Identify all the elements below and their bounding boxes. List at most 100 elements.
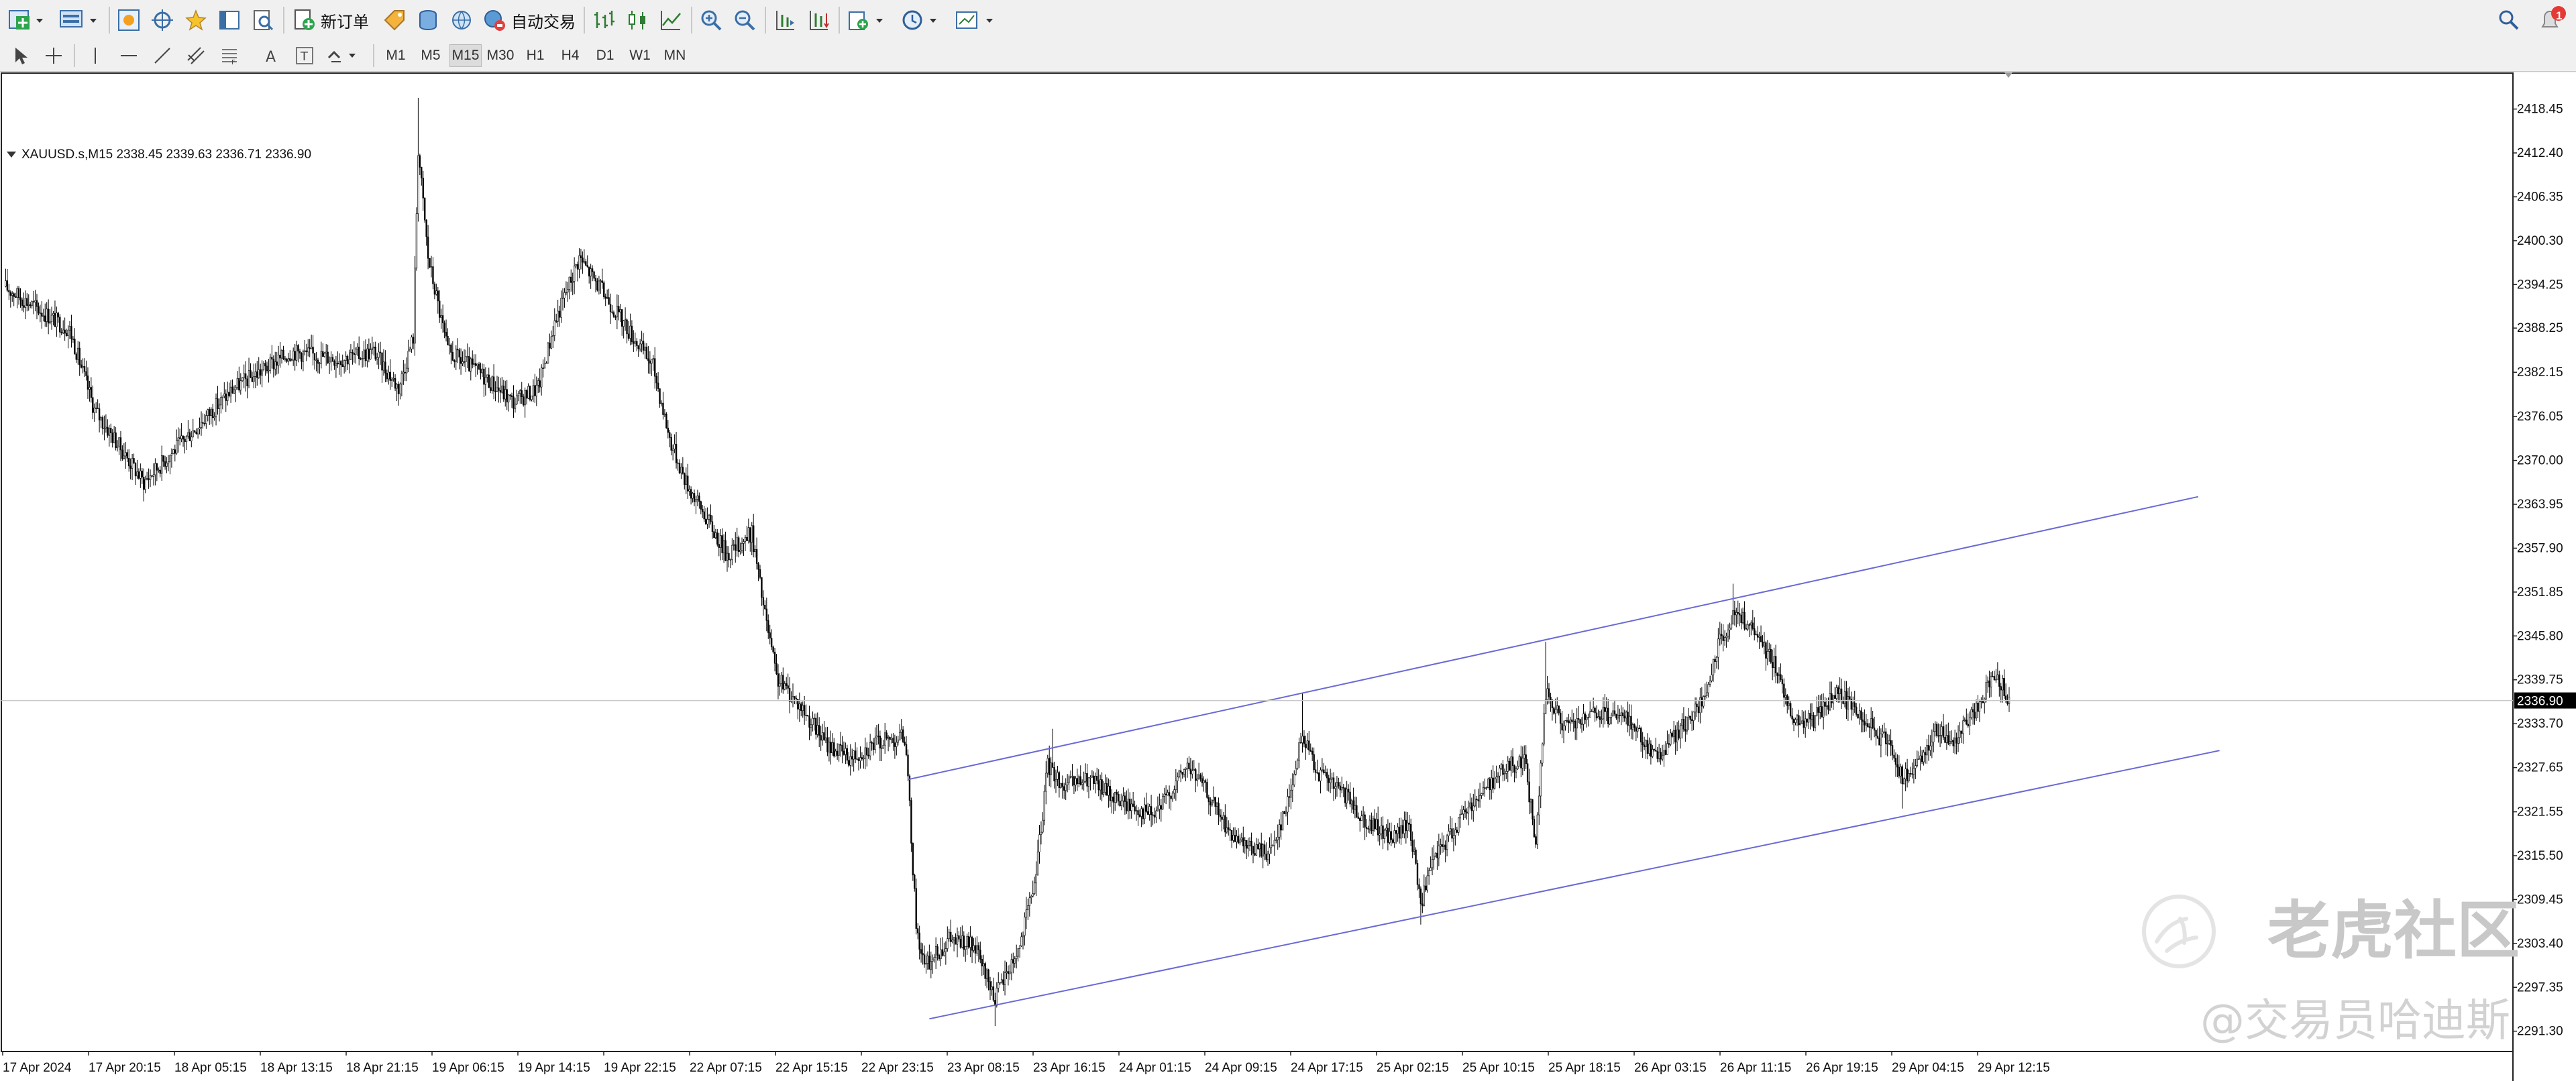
candle [1896,754,1898,777]
timeframe-d1[interactable]: D1 [589,44,621,67]
notifications-button[interactable]: 1 [2536,4,2569,36]
candle-body [502,386,505,400]
candle [838,743,840,762]
zoom-in-button[interactable] [698,7,724,34]
favorites-button[interactable] [182,7,209,34]
cursor-tool-button[interactable] [7,44,34,67]
line-chart-button[interactable] [657,7,684,34]
navigator-button[interactable] [149,7,176,34]
candle-body [959,938,962,948]
fibonacci-button[interactable]: F [216,44,243,67]
candle [496,376,498,392]
timeframe-m30[interactable]: M30 [484,44,517,67]
candle-body [812,718,814,726]
candle-body [1094,776,1097,784]
sentiment-button[interactable] [381,7,408,34]
candle [1258,842,1261,858]
chart-area[interactable]: 老虎社区 @交易员哈迪斯 2418.45 2412.40 2406.35 2400.3… [0,72,2576,1081]
candle-body [1257,844,1259,850]
periods-button[interactable] [900,7,947,34]
candle [1799,716,1802,726]
timeframe-m5[interactable]: M5 [415,44,447,67]
candle [41,301,43,329]
candle [1739,602,1741,627]
candle-body [2000,686,2002,691]
candle-body [1025,909,1028,918]
indicators-button[interactable] [847,7,894,34]
candle [1597,709,1599,719]
autoscroll-button[interactable] [805,7,832,34]
candle [170,448,173,468]
equidistant-channel-button[interactable] [182,44,209,67]
candle [202,413,204,429]
signals-button[interactable] [415,7,441,34]
candle [1730,615,1733,630]
candle-body [1562,726,1565,731]
templates-button[interactable] [954,7,1001,34]
candle [735,532,737,563]
strategy-tester-button[interactable] [250,7,276,34]
candle-body [1411,840,1413,852]
arrows-button[interactable] [325,44,365,67]
search-button[interactable] [2496,7,2522,34]
candle-body [1709,680,1711,685]
new-chart-button[interactable] [7,7,47,34]
bar-chart-button[interactable] [590,7,617,34]
candle-body [816,725,818,735]
auto-trading-button[interactable]: 自动交易 [482,7,576,34]
terminal-button[interactable] [216,7,243,34]
candle-body [340,361,342,365]
candle [765,598,768,632]
candle-body [1326,772,1328,779]
candle-body [535,384,538,396]
horizontal-line-button[interactable] [115,44,142,67]
candle [800,701,802,717]
candle [1204,779,1207,793]
candle [596,278,598,292]
new-order-button[interactable]: 新订单 [292,7,369,34]
candle [481,363,484,378]
candle [406,357,408,382]
trendline-button[interactable] [149,44,176,67]
candle [1781,675,1784,694]
candle-body [1671,732,1673,737]
x-tick-label: 23 Apr 08:15 [947,1061,1020,1075]
timeframe-m1[interactable]: M1 [380,44,412,67]
chart-shift-button[interactable] [771,7,798,34]
candle-body [440,315,442,318]
candle [1415,847,1417,865]
market-watch-button[interactable] [115,7,142,34]
zoom-out-button[interactable] [731,7,758,34]
candle [958,931,960,942]
candle-body [684,473,686,485]
timeframe-mn[interactable]: MN [659,44,691,67]
candle-body [1484,787,1486,789]
candlestick-button[interactable] [624,7,651,34]
price-chart[interactable]: 老虎社区 @交易员哈迪斯 2418.452412.402406.352400.3… [0,72,2576,1081]
vertical-line-button[interactable] [82,44,109,67]
candle [1664,741,1667,756]
timeframe-h1[interactable]: H1 [519,44,551,67]
candle-body [1419,889,1422,905]
timeframe-h4[interactable]: H4 [554,44,586,67]
candle-body [1947,735,1949,744]
candle [1236,830,1238,849]
crosshair-tool-button[interactable] [40,44,67,67]
candle [1030,895,1032,904]
candle-body [553,320,555,336]
text-tool-button[interactable]: A [258,44,284,67]
candle-body [1132,803,1134,807]
text-label-button[interactable]: T [291,44,318,67]
market-button[interactable] [448,7,475,34]
candle [1130,798,1132,819]
candle-body [1503,773,1506,775]
candle [1296,758,1299,770]
candle [1670,729,1672,747]
candle-body [379,351,382,353]
candle [1485,786,1488,790]
candle [115,426,117,451]
candle [938,954,941,961]
timeframe-m15[interactable]: M15 [449,44,482,67]
timeframe-w1[interactable]: W1 [624,44,656,67]
profiles-button[interactable] [55,7,102,34]
